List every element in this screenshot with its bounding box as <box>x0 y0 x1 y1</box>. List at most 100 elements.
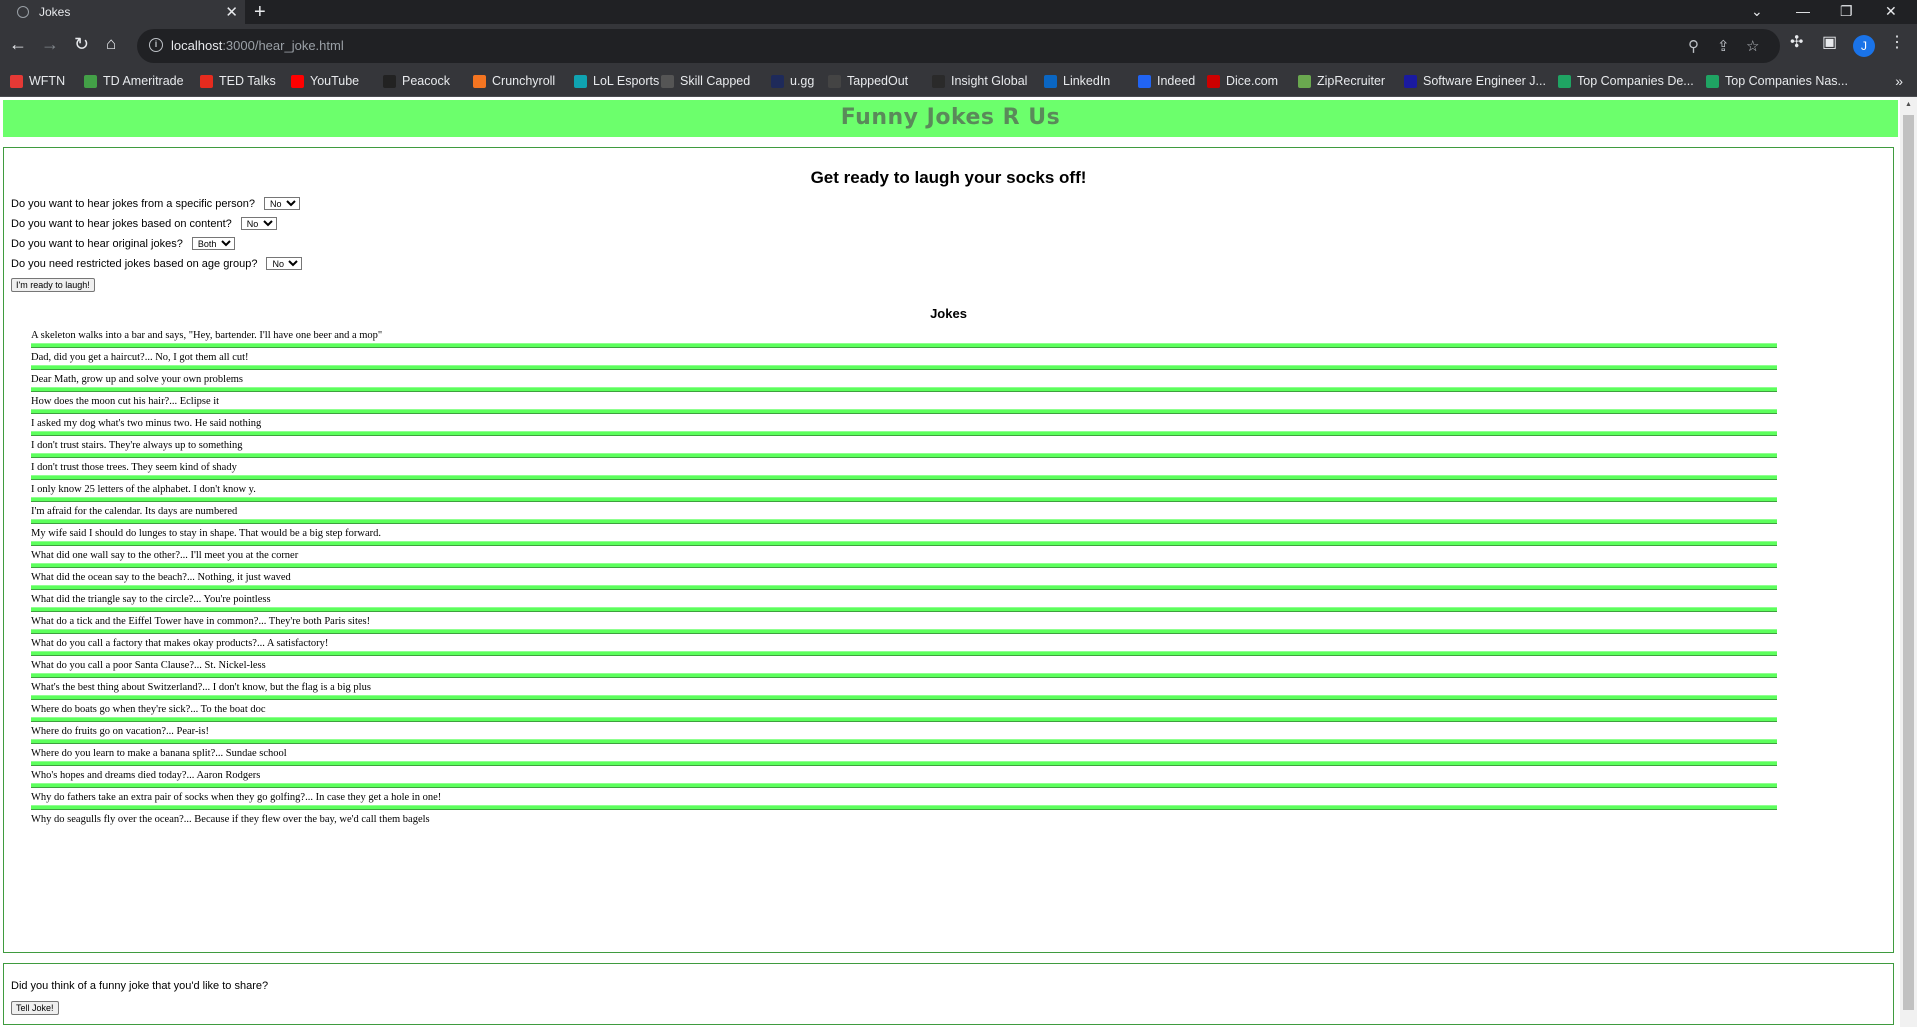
home-icon[interactable]: ⌂ <box>106 33 116 55</box>
ready-to-laugh-button[interactable]: I'm ready to laugh! <box>11 278 95 292</box>
bookmark-label: TED Talks <box>219 74 276 88</box>
bookmark-favicon-icon <box>10 74 23 88</box>
joke-item: Where do you learn to make a banana spli… <box>31 744 1777 766</box>
bookmark-item[interactable]: ZipRecruiter <box>1298 74 1385 88</box>
bookmark-item[interactable]: Skill Capped <box>661 74 750 88</box>
bookmark-label: LoL Esports <box>593 74 660 88</box>
url-text[interactable]: localhost:3000/hear_joke.html <box>171 38 344 53</box>
joke-list: A skeleton walks into a bar and says, "H… <box>31 326 1777 832</box>
menu-icon[interactable]: ⋮ <box>1889 32 1905 52</box>
bookmark-item[interactable]: u.gg <box>771 74 814 88</box>
bookmark-item[interactable]: Indeed <box>1138 74 1195 88</box>
share-joke-panel: Did you think of a funny joke that you'd… <box>3 963 1894 1025</box>
bookmark-item[interactable]: TED Talks <box>200 74 276 88</box>
browser-toolbar: ← → ↻ ⌂ i localhost:3000/hear_joke.html … <box>0 24 1917 68</box>
joke-filter-panel: Get ready to laugh your socks off! Do yo… <box>3 147 1894 953</box>
joke-item: What did one wall say to the other?... I… <box>31 546 1777 568</box>
question-content: Do you want to hear jokes based on conte… <box>11 217 277 230</box>
bookmark-item[interactable]: Crunchyroll <box>473 74 555 88</box>
joke-item: What do a tick and the Eiffel Tower have… <box>31 612 1777 634</box>
back-icon[interactable]: ← <box>9 33 27 55</box>
new-tab-icon[interactable]: + <box>254 0 266 24</box>
reload-icon[interactable]: ↻ <box>74 33 89 55</box>
page-scrollbar[interactable]: ▲ <box>1900 97 1917 1027</box>
joke-item: Where do fruits go on vacation?... Pear-… <box>31 722 1777 744</box>
bookmark-label: Dice.com <box>1226 74 1279 88</box>
bookmark-label: u.gg <box>790 74 815 88</box>
question-label: Do you need restricted jokes based on ag… <box>11 257 258 270</box>
joke-item: Dad, did you get a haircut?... No, I got… <box>31 348 1777 370</box>
extensions-icon[interactable]: ✣ <box>1790 32 1803 52</box>
bookmark-item[interactable]: Top Companies Nas... <box>1706 74 1848 88</box>
browser-tab[interactable]: Jokes ✕ <box>0 0 245 24</box>
tab-search-icon[interactable]: ⌄ <box>1751 0 1763 24</box>
close-tab-icon[interactable]: ✕ <box>225 3 238 21</box>
bookmark-item[interactable]: Top Companies De... <box>1558 74 1694 88</box>
bookmark-item[interactable]: WFTN <box>10 74 65 88</box>
page-heading: Get ready to laugh your socks off! <box>810 168 1087 187</box>
joke-item: I only know 25 letters of the alphabet. … <box>31 480 1777 502</box>
specific-person-select[interactable]: No <box>263 197 300 210</box>
bookmark-favicon-icon <box>1044 74 1057 88</box>
question-label: Do you want to hear jokes from a specifi… <box>11 197 255 210</box>
forward-icon[interactable]: → <box>41 33 59 55</box>
joke-item: Who's hopes and dreams died today?... Aa… <box>31 766 1777 788</box>
bookmark-favicon-icon <box>1207 74 1220 88</box>
joke-item: What did the ocean say to the beach?... … <box>31 568 1777 590</box>
bookmark-label: Peacock <box>402 74 450 88</box>
bookmark-item[interactable]: Software Engineer J... <box>1404 74 1546 88</box>
question-age-group: Do you need restricted jokes based on ag… <box>11 257 303 270</box>
tell-joke-button[interactable]: Tell Joke! <box>11 1001 59 1015</box>
bookmark-favicon-icon <box>1138 74 1151 88</box>
window-close-icon[interactable]: ✕ <box>1885 0 1897 24</box>
bookmark-label: YouTube <box>310 74 360 88</box>
tab-strip: Jokes ✕ + ⌄ — ❐ ✕ <box>0 0 1917 24</box>
bookmark-label: Indeed <box>1157 74 1196 88</box>
bookmark-star-icon[interactable]: ☆ <box>1746 37 1759 55</box>
bookmark-item[interactable]: YouTube <box>291 74 359 88</box>
joke-item: Where do boats go when they're sick?... … <box>31 700 1777 722</box>
joke-item: What did the triangle say to the circle?… <box>31 590 1777 612</box>
share-icon[interactable]: ⇪ <box>1717 37 1730 55</box>
bookmark-favicon-icon <box>932 74 945 88</box>
age-group-select[interactable]: No <box>266 257 303 270</box>
tab-title: Jokes <box>39 5 71 19</box>
bookmark-item[interactable]: LoL Esports <box>574 74 659 88</box>
bookmark-favicon-icon <box>771 74 784 88</box>
bookmark-favicon-icon <box>473 74 486 88</box>
avatar[interactable]: J <box>1853 35 1875 57</box>
joke-item: I don't trust stairs. They're always up … <box>31 436 1777 458</box>
bookmark-item[interactable]: LinkedIn <box>1044 74 1110 88</box>
bookmark-favicon-icon <box>828 74 841 88</box>
question-original: Do you want to hear original jokes? Both <box>11 237 235 250</box>
bookmark-favicon-icon <box>661 74 674 88</box>
joke-item: What do you call a factory that makes ok… <box>31 634 1777 656</box>
address-bar[interactable]: i localhost:3000/hear_joke.html ⚲ ⇪ ☆ <box>137 29 1780 63</box>
scrollbar-thumb[interactable] <box>1903 115 1914 1010</box>
side-panel-icon[interactable]: ▣ <box>1822 32 1837 52</box>
joke-item: What do you call a poor Santa Clause?...… <box>31 656 1777 678</box>
bookmark-item[interactable]: TappedOut <box>828 74 908 88</box>
bookmark-item[interactable]: Insight Global <box>932 74 1027 88</box>
bookmark-item[interactable]: Peacock <box>383 74 450 88</box>
bookmark-item[interactable]: TD Ameritrade <box>84 74 184 88</box>
site-info-icon[interactable]: i <box>149 38 163 52</box>
minimize-icon[interactable]: — <box>1796 0 1810 24</box>
bookmark-label: Software Engineer J... <box>1423 74 1546 88</box>
share-question: Did you think of a funny joke that you'd… <box>11 980 269 992</box>
joke-item: Why do seagulls fly over the ocean?... B… <box>31 814 430 825</box>
original-select[interactable]: Both <box>191 237 235 250</box>
bookmark-favicon-icon <box>1706 74 1719 88</box>
content-select[interactable]: No <box>240 217 277 230</box>
bookmark-label: Top Companies Nas... <box>1725 74 1848 88</box>
scroll-up-arrow-icon[interactable]: ▲ <box>1905 101 1912 108</box>
restore-icon[interactable]: ❐ <box>1840 0 1853 24</box>
joke-item: I don't trust those trees. They seem kin… <box>31 458 1777 480</box>
zoom-icon[interactable]: ⚲ <box>1688 37 1699 55</box>
bookmark-favicon-icon <box>383 74 396 88</box>
bookmark-item[interactable]: Dice.com <box>1207 74 1278 88</box>
bookmark-favicon-icon <box>291 74 304 88</box>
question-label: Do you want to hear jokes based on conte… <box>11 217 232 230</box>
question-label: Do you want to hear original jokes? <box>11 237 183 250</box>
more-bookmarks-icon[interactable]: » <box>1895 73 1903 89</box>
